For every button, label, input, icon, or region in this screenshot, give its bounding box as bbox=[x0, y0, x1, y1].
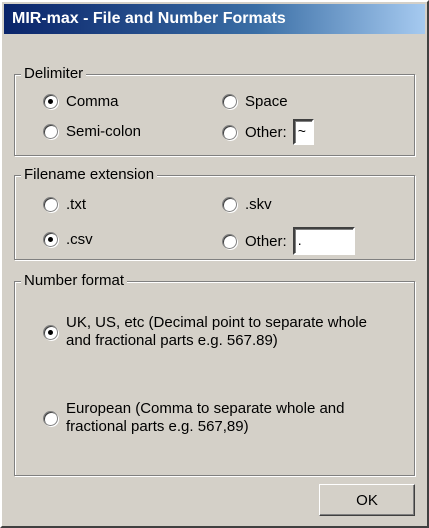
extension-txt-option[interactable]: .txt bbox=[43, 196, 86, 213]
number-format-legend: Number format bbox=[21, 272, 128, 290]
dialog-window: MIR-max - File and Number Formats Delimi… bbox=[0, 0, 429, 528]
delimiter-comma-label: Comma bbox=[66, 93, 119, 110]
extension-skv-radio[interactable] bbox=[222, 197, 237, 212]
number-format-uk-label: UK, US, etc (Decimal point to separate w… bbox=[66, 314, 367, 349]
extension-skv-option[interactable]: .skv bbox=[222, 196, 272, 213]
delimiter-other-input[interactable]: ~ bbox=[292, 119, 314, 145]
number-format-uk-radio[interactable] bbox=[43, 324, 58, 340]
ok-button[interactable]: OK bbox=[319, 484, 415, 516]
number-format-european-option[interactable]: European (Comma to separate whole and fr… bbox=[43, 400, 373, 436]
extension-skv-label: .skv bbox=[245, 196, 272, 213]
extension-other-label: Other: bbox=[245, 232, 287, 250]
delimiter-semicolon-radio[interactable] bbox=[43, 124, 58, 139]
delimiter-semicolon-option[interactable]: Semi-colon bbox=[43, 123, 141, 140]
filename-extension-legend: Filename extension bbox=[21, 166, 158, 184]
extension-csv-option[interactable]: .csv bbox=[43, 231, 93, 248]
delimiter-legend: Delimiter bbox=[21, 65, 87, 83]
delimiter-comma-radio[interactable] bbox=[43, 94, 58, 109]
delimiter-semicolon-label: Semi-colon bbox=[66, 123, 142, 140]
number-format-group: Number format UK, US, etc (Decimal point… bbox=[14, 272, 415, 476]
number-format-european-label: European (Comma to separate whole and fr… bbox=[66, 400, 345, 435]
extension-csv-label: .csv bbox=[66, 231, 93, 248]
extension-txt-label: .txt bbox=[66, 196, 87, 213]
window-title: MIR-max - File and Number Formats bbox=[4, 4, 425, 34]
number-format-uk-option[interactable]: UK, US, etc (Decimal point to separate w… bbox=[43, 314, 373, 350]
extension-other-radio[interactable] bbox=[222, 233, 237, 249]
delimiter-other-label: Other: bbox=[245, 123, 287, 141]
delimiter-space-option[interactable]: Space bbox=[222, 93, 288, 110]
extension-other-option[interactable]: Other: . bbox=[222, 227, 355, 255]
delimiter-other-radio[interactable] bbox=[222, 124, 237, 140]
extension-other-input[interactable]: . bbox=[292, 227, 355, 255]
delimiter-space-label: Space bbox=[245, 93, 288, 110]
delimiter-comma-option[interactable]: Comma bbox=[43, 93, 119, 110]
extension-txt-radio[interactable] bbox=[43, 197, 58, 212]
number-format-european-radio[interactable] bbox=[43, 410, 58, 426]
delimiter-other-option[interactable]: Other: ~ bbox=[222, 119, 314, 145]
extension-csv-radio[interactable] bbox=[43, 232, 58, 247]
delimiter-space-radio[interactable] bbox=[222, 94, 237, 109]
filename-extension-group: Filename extension .txt .skv .csv Other:… bbox=[14, 166, 415, 260]
delimiter-group: Delimiter Comma Space Semi-colon Other: … bbox=[14, 65, 415, 156]
